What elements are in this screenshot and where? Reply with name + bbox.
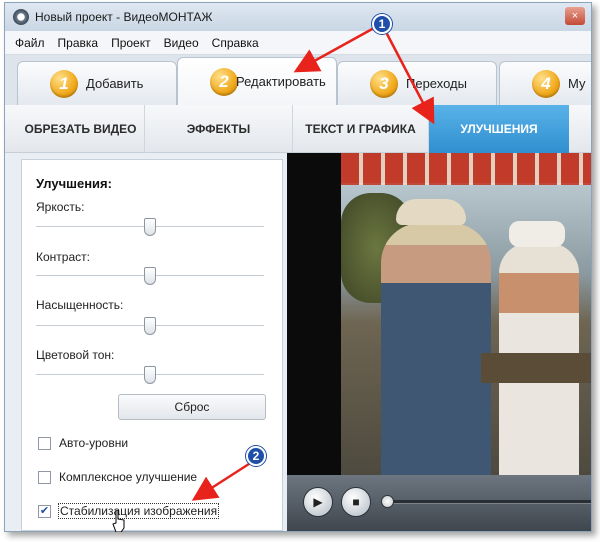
hue-slider-thumb[interactable]: [144, 366, 156, 384]
play-icon: ▶: [313, 495, 323, 509]
saturation-label: Насыщенность:: [36, 298, 124, 312]
player-controls: ▶ ■: [287, 475, 591, 531]
annotation-marker-2: 2: [246, 446, 266, 466]
contrast-slider-thumb[interactable]: [144, 267, 156, 285]
step-label: Добавить: [86, 76, 144, 91]
menu-video[interactable]: Видео: [164, 36, 199, 50]
frame-table: [481, 353, 591, 383]
subtab-effects[interactable]: ЭФФЕКТЫ: [145, 105, 293, 153]
reset-button[interactable]: Сброс: [118, 394, 266, 420]
complex-enhancement-option[interactable]: Комплексное улучшение: [38, 470, 197, 484]
video-frame-image: [341, 153, 591, 475]
subtab-enhancements[interactable]: УЛУЧШЕНИЯ: [429, 105, 569, 153]
subtab-text-graphics[interactable]: ТЕКСТ И ГРАФИКА: [293, 105, 429, 153]
step-label: Переходы: [406, 76, 467, 91]
panel-title: Улучшения:: [36, 176, 112, 191]
stabilization-option[interactable]: ✔ Стабилизация изображения: [38, 503, 220, 519]
complex-enhancement-label: Комплексное улучшение: [59, 470, 198, 484]
stabilization-checkbox[interactable]: ✔: [38, 504, 51, 518]
seek-thumb[interactable]: [381, 495, 394, 508]
menu-edit[interactable]: Правка: [58, 36, 99, 50]
auto-levels-label: Авто-уровни: [59, 436, 129, 450]
stop-icon: ■: [352, 495, 360, 509]
subtab-trim[interactable]: ОБРЕЗАТЬ ВИДЕО: [17, 105, 145, 153]
workflow-steps: 1 Добавить 2 Редактировать 3 Переходы 4 …: [5, 55, 591, 105]
video-preview: [287, 153, 591, 475]
step-number-badge: 2: [210, 67, 238, 96]
stop-button[interactable]: ■: [341, 487, 371, 517]
step-number-badge: 1: [50, 69, 78, 98]
step-number-badge: 4: [532, 69, 560, 98]
menu-bar: Файл Правка Проект Видео Справка: [5, 31, 591, 55]
step-tab-add[interactable]: 1 Добавить: [17, 61, 177, 105]
menu-project[interactable]: Проект: [111, 36, 151, 50]
frame-hat-left: [396, 199, 466, 225]
step-tab-edit[interactable]: 2 Редактировать: [177, 57, 337, 105]
menu-file[interactable]: Файл: [15, 36, 45, 50]
auto-levels-option[interactable]: Авто-уровни: [38, 436, 128, 450]
frame-awning: [341, 153, 591, 185]
app-film-icon: [13, 9, 29, 25]
step-tab-transitions[interactable]: 3 Переходы: [337, 61, 497, 105]
mouse-pointer-icon: [112, 510, 125, 532]
stabilization-label: Стабилизация изображения: [57, 503, 220, 519]
frame-person-left: [381, 223, 491, 475]
seek-bar[interactable]: [387, 500, 591, 504]
play-button[interactable]: ▶: [303, 487, 333, 517]
brightness-label: Яркость:: [36, 200, 85, 214]
app-window: Новый проект - ВидеоМОНТАЖ × Файл Правка…: [4, 2, 592, 532]
edit-subtabs: ОБРЕЗАТЬ ВИДЕО ЭФФЕКТЫ ТЕКСТ И ГРАФИКА У…: [5, 105, 591, 153]
step-number-badge: 3: [370, 69, 398, 98]
frame-hat-right: [509, 221, 565, 247]
title-bar: Новый проект - ВидеоМОНТАЖ ×: [5, 3, 591, 31]
step-label: Редактировать: [236, 74, 326, 89]
enhancements-panel: Улучшения: Яркость: Контраст: Насыщеннос…: [21, 159, 283, 531]
annotation-marker-1: 1: [372, 14, 392, 34]
complex-enhancement-checkbox[interactable]: [38, 470, 51, 484]
menu-help[interactable]: Справка: [212, 36, 259, 50]
contrast-label: Контраст:: [36, 250, 90, 264]
step-label: Му: [568, 76, 586, 91]
brightness-slider-thumb[interactable]: [144, 218, 156, 236]
window-title: Новый проект - ВидеоМОНТАЖ: [35, 10, 213, 24]
close-window-button[interactable]: ×: [565, 7, 585, 25]
auto-levels-checkbox[interactable]: [38, 436, 51, 450]
saturation-slider-thumb[interactable]: [144, 317, 156, 335]
step-tab-music[interactable]: 4 Му: [499, 61, 591, 105]
hue-label: Цветовой тон:: [36, 348, 115, 362]
